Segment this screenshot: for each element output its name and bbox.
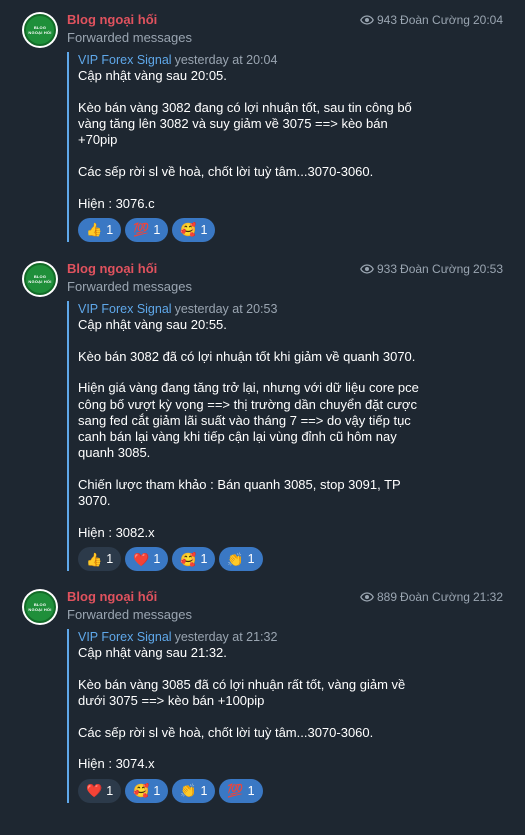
forwarded-message: VIP Forex Signal yesterday at 20:53 Cập n…	[67, 301, 419, 572]
reaction-heart[interactable]: ❤️ 1	[78, 778, 122, 803]
message-item[interactable]: BLOG NGOẠI HỐI Blog ngoại hối Forwarded …	[0, 12, 525, 252]
message-time: 20:04	[472, 13, 503, 27]
avatar-text-line: NGOẠI HỐI	[28, 607, 52, 612]
reaction-count: 1	[153, 552, 161, 567]
sender-name[interactable]: Blog ngoại hối	[67, 12, 157, 28]
reaction-smiling-hearts[interactable]: 🥰 1	[172, 547, 216, 572]
reaction-smiling-hearts[interactable]: 🥰 1	[125, 778, 169, 803]
message-text-line: sang fed cắt giảm lãi suất vào tháng 7 =…	[78, 412, 411, 428]
smiling-face-with-hearts-icon: 🥰	[180, 222, 197, 238]
forwarded-time: yesterday at 21:32	[174, 630, 278, 644]
message-text-line: dưới 3075 ==> kèo bán +100pip	[78, 692, 265, 708]
reaction-bar: ❤️ 1 🥰 1 👏 1 💯 1	[78, 778, 405, 803]
hundred-points-icon: 💯	[227, 783, 244, 799]
message-meta: 943 Đoàn Cường 20:04	[360, 12, 503, 28]
view-count: 889	[377, 590, 398, 604]
reaction-count: 1	[153, 783, 161, 798]
hundred-points-icon: 💯	[133, 222, 150, 238]
forwarded-label: Forwarded messages	[67, 30, 192, 45]
channel-avatar[interactable]: BLOG NGOẠI HỐI	[22, 12, 58, 48]
message-text-line: 3070.	[78, 493, 111, 509]
reaction-heart[interactable]: ❤️ 1	[125, 547, 169, 572]
reaction-clapping[interactable]: 👏 1	[219, 547, 263, 572]
message-text-line: công bố vượt kỳ vọng ==> thị trường dần …	[78, 396, 417, 412]
message-meta: 889 Đoàn Cường 21:32	[360, 589, 503, 605]
forwarded-from-name[interactable]: VIP Forex Signal	[78, 53, 172, 67]
message-text-line: Chiến lược tham khảo : Bán quanh 3085, s…	[78, 476, 401, 492]
forwarded-message: VIP Forex Signal yesterday at 20:04 Cập n…	[67, 52, 412, 242]
reaction-hundred[interactable]: 💯 1	[125, 217, 169, 242]
thumbs-up-icon: 👍	[86, 222, 103, 238]
channel-avatar[interactable]: BLOG NGOẠI HỐI	[22, 261, 58, 297]
reaction-count: 1	[153, 222, 161, 237]
reaction-thumbs-up[interactable]: 👍 1	[78, 217, 122, 242]
author-name: Đoàn Cường	[400, 13, 470, 27]
reaction-count: 1	[106, 222, 114, 237]
forwarded-label: Forwarded messages	[67, 279, 192, 294]
eye-icon	[360, 15, 374, 25]
reaction-smiling-hearts[interactable]: 🥰 1	[172, 217, 216, 242]
message-text-line: quanh 3085.	[78, 445, 151, 461]
message-text-line: Kèo bán vàng 3085 đã có lợi nhuận rất tố…	[78, 676, 406, 692]
eye-icon	[360, 264, 374, 274]
reaction-count: 1	[106, 783, 114, 798]
message-text-line: Cập nhật vàng sau 20:55.	[78, 317, 227, 332]
message-text-line: Hiện : 3082.x	[78, 524, 155, 540]
sender-name[interactable]: Blog ngoại hối	[67, 589, 157, 605]
message-text-line: vàng tăng lên 3082 và suy giảm về 3075 =…	[78, 115, 388, 131]
message-text-line: Cập nhật vàng sau 20:05.	[78, 68, 227, 83]
heart-icon: ❤️	[133, 551, 150, 567]
message-feed[interactable]: BLOG NGOẠI HỐI Blog ngoại hối Forwarded …	[0, 0, 525, 835]
heart-icon: ❤️	[86, 783, 103, 799]
forwarded-time: yesterday at 20:04	[174, 53, 278, 67]
view-count: 933	[377, 262, 398, 276]
forwarded-message: VIP Forex Signal yesterday at 21:32 Cập n…	[67, 629, 405, 803]
forwarded-label: Forwarded messages	[67, 607, 192, 622]
reaction-hundred[interactable]: 💯 1	[219, 778, 263, 803]
message-text-line: +70pip	[78, 132, 118, 148]
reaction-count: 1	[247, 552, 255, 567]
reaction-thumbs-up[interactable]: 👍 1	[78, 547, 122, 572]
channel-avatar[interactable]: BLOG NGOẠI HỐI	[22, 589, 58, 625]
reaction-count: 1	[106, 552, 114, 567]
message-item[interactable]: BLOG NGOẠI HỐI Blog ngoại hối Forwarded …	[0, 261, 525, 579]
forwarded-time: yesterday at 20:53	[174, 302, 278, 316]
message-text-line: Các sếp rời sl về hoà, chốt lời tuỳ tâm.…	[78, 163, 374, 179]
smiling-face-with-hearts-icon: 🥰	[180, 551, 197, 567]
reaction-count: 1	[200, 552, 208, 567]
avatar-text-line: NGOẠI HỐI	[28, 279, 52, 284]
message-text-line: Cập nhật vàng sau 21:32.	[78, 645, 227, 660]
reaction-bar: 👍 1 💯 1 🥰 1	[78, 217, 412, 242]
message-text-line: Hiện : 3076.c	[78, 195, 155, 211]
message-text-line: Hiện giá vàng đang tăng trở lại, nhưng v…	[78, 380, 419, 396]
author-name: Đoàn Cường	[400, 590, 470, 604]
reaction-count: 1	[200, 222, 208, 237]
avatar-text-line: NGOẠI HỐI	[28, 30, 52, 35]
message-text-line: Kèo bán 3082 đã có lợi nhuận tốt khi giả…	[78, 348, 416, 364]
forwarded-from-name[interactable]: VIP Forex Signal	[78, 302, 172, 316]
sender-name[interactable]: Blog ngoại hối	[67, 261, 157, 277]
smiling-face-with-hearts-icon: 🥰	[133, 783, 150, 799]
reaction-clapping[interactable]: 👏 1	[172, 778, 216, 803]
message-meta: 933 Đoàn Cường 20:53	[360, 261, 503, 277]
clapping-hands-icon: 👏	[227, 551, 244, 567]
reaction-bar: 👍 1 ❤️ 1 🥰 1 👏 1	[78, 547, 419, 572]
message-text-line: Kèo bán vàng 3082 đang có lợi nhuận tốt,…	[78, 99, 412, 115]
message-item[interactable]: BLOG NGOẠI HỐI Blog ngoại hối Forwarded …	[0, 589, 525, 819]
message-text-line: canh bán lại vàng khi tiếp cận lại vùng …	[78, 429, 397, 445]
eye-icon	[360, 592, 374, 602]
view-count: 943	[377, 13, 398, 27]
message-text-line: Hiện : 3074.x	[78, 756, 155, 772]
message-time: 21:32	[472, 590, 503, 604]
message-time: 20:53	[472, 262, 503, 276]
reaction-count: 1	[247, 783, 255, 798]
reaction-count: 1	[200, 783, 208, 798]
clapping-hands-icon: 👏	[180, 783, 197, 799]
message-text-line: Các sếp rời sl về hoà, chốt lời tuỳ tâm.…	[78, 724, 374, 740]
thumbs-up-icon: 👍	[86, 551, 103, 567]
forwarded-from-name[interactable]: VIP Forex Signal	[78, 630, 172, 644]
author-name: Đoàn Cường	[400, 262, 470, 276]
